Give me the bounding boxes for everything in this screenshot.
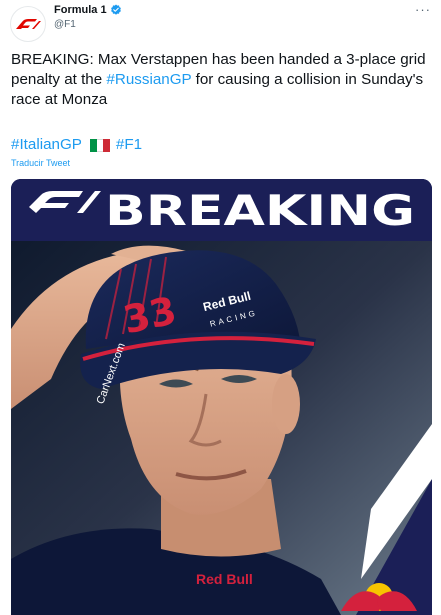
tweet-header: Formula 1 @F1 ··· [0, 0, 441, 44]
avatar[interactable] [10, 6, 46, 42]
hashtag-f1[interactable]: #F1 [116, 135, 142, 155]
tweet-text: BREAKING: Max Verstappen has been handed… [11, 50, 431, 110]
breaking-graphic: 33 Red Bull RACING CarNext.com Red Bull … [11, 179, 432, 615]
tweet-hashtags: #ItalianGP #F1 [11, 135, 142, 155]
italy-flag-icon [89, 138, 110, 152]
banner-title: BREAKING [105, 186, 415, 235]
more-options-icon[interactable]: ··· [415, 2, 431, 17]
hashtag-italiangp[interactable]: #ItalianGP [11, 135, 82, 155]
tweet-image[interactable]: 33 Red Bull RACING CarNext.com Red Bull … [11, 179, 432, 615]
translate-tweet-link[interactable]: Traducir Tweet [11, 158, 70, 168]
f1-logo-icon [16, 19, 41, 29]
account-handle[interactable]: @F1 [54, 19, 76, 30]
hashtag-russiangp[interactable]: #RussianGP [106, 71, 191, 88]
verified-badge-icon [110, 4, 121, 15]
display-name[interactable]: Formula 1 [54, 4, 107, 16]
name-row: Formula 1 [54, 4, 122, 16]
shirt-sponsor: Red Bull [196, 571, 253, 587]
